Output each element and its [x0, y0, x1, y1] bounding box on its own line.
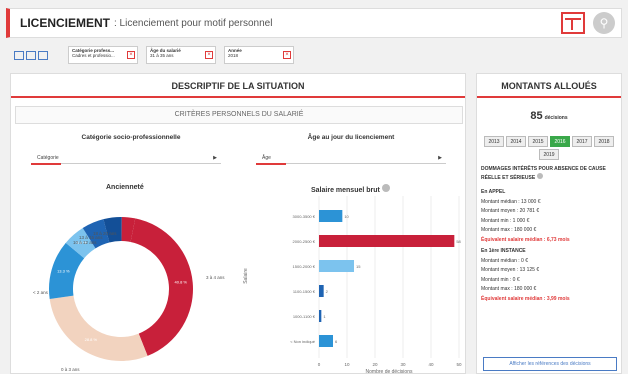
salaire-bar-chart: 0 10 20 30 40 50 3000-3500 € 10 2000-2500 € 58 150…: [243, 196, 462, 374]
salary-bar[interactable]: [319, 210, 343, 222]
page-subtitle: : Licenciement pour motif personnel: [114, 17, 273, 29]
y-tick-label: 2000-2500 €: [293, 239, 316, 244]
page-header: LICENCIEMENT : Licenciement pour motif p…: [6, 8, 622, 38]
view-icon[interactable]: [26, 50, 36, 60]
info-icon[interactable]: [381, 184, 390, 192]
donut-outer-label: < 2 ans: [33, 290, 49, 295]
x-tick-label: 10: [344, 362, 350, 367]
view-icon[interactable]: [38, 50, 48, 60]
appel-section: En APPEL Montant médian : 13 000 € Montan…: [481, 189, 570, 243]
situation-title: DESCRIPTIF DE LA SITUATION: [11, 74, 465, 98]
bar-value-label: 1: [323, 314, 326, 319]
y-tick-label: 3000-3500 €: [293, 214, 316, 219]
situation-panel: DESCRIPTIF DE LA SITUATION CRITÈRES PERS…: [10, 73, 466, 374]
slice-label: 28.8 %: [85, 337, 98, 342]
donut-outer-label: 3 à 4 ans: [206, 275, 225, 280]
bar-value-label: 6: [335, 339, 338, 344]
decisions-count: 85 décisions: [530, 110, 568, 122]
x-tick-label: 20: [372, 362, 378, 367]
montants-title: MONTANTS ALLOUÉS: [477, 74, 621, 98]
instance-section: En 1ère INSTANCE Montant médian : 0 € Mon…: [481, 248, 570, 302]
year-selector: 2013 2014 2015 2016 2017 2018 2019: [483, 136, 615, 160]
year-button[interactable]: 2014: [506, 136, 526, 147]
caret-icon: ▶: [213, 155, 217, 161]
remove-filter-icon[interactable]: ×: [127, 51, 135, 59]
montants-panel: MONTANTS ALLOUÉS 85 décisions 2013 2014 201…: [476, 73, 622, 374]
view-icon[interactable]: [14, 50, 24, 60]
year-button[interactable]: 2018: [594, 136, 614, 147]
category-select[interactable]: Catégorie ▶: [31, 152, 221, 165]
y-axis-label: Salaire: [243, 268, 249, 284]
caret-icon: ▶: [438, 155, 442, 161]
salary-bar[interactable]: [319, 335, 333, 347]
y-tick-label: 1000-1100 €: [293, 314, 316, 319]
user-icon[interactable]: ⚲: [593, 12, 615, 34]
bar-value-label: 2: [326, 289, 329, 294]
donut-slice[interactable]: [130, 218, 194, 356]
slice-label: 13.3 %: [57, 269, 70, 274]
donut-outer-label: 0 à 3 ans: [61, 367, 80, 372]
salary-bar[interactable]: [319, 260, 354, 272]
y-tick-label: < Non indiqué: [290, 339, 316, 344]
age-label: Âge au jour du licenciement: [307, 134, 395, 141]
x-tick-label: 30: [400, 362, 406, 367]
bar-value-label: 58: [456, 239, 461, 244]
y-tick-label: 1500-2000 €: [293, 264, 316, 269]
year-button[interactable]: 2019: [539, 149, 559, 160]
slice-label: 40.8 %: [175, 280, 188, 285]
salary-bar[interactable]: [319, 235, 455, 247]
bar-value-label: 10: [344, 214, 349, 219]
bar-value-label: 15: [356, 264, 361, 269]
info-icon[interactable]: [536, 173, 543, 179]
x-tick-label: 50: [456, 362, 462, 367]
age-select[interactable]: Âge ▶: [256, 152, 446, 165]
x-tick-label: 40: [428, 362, 434, 367]
x-tick-label: 0: [318, 362, 321, 367]
remove-filter-icon[interactable]: ×: [205, 51, 213, 59]
year-button[interactable]: 2017: [572, 136, 592, 147]
x-axis-label: Nombre de décisions: [366, 369, 413, 374]
filter-chip-category[interactable]: Catégorie profess... Cadres et professio.…: [68, 46, 138, 64]
donut-title: Ancienneté: [106, 184, 144, 191]
donut-slice[interactable]: [49, 295, 148, 361]
remove-filter-icon[interactable]: ×: [283, 51, 291, 59]
anciennete-donut: 40.8 %28.8 %13.3 %5.0 %3 à 4 ans0 à 3 an…: [33, 217, 225, 372]
filter-bar: Catégorie profess... Cadres et professio.…: [14, 44, 294, 66]
year-button[interactable]: 2015: [528, 136, 548, 147]
table-icon[interactable]: [561, 12, 585, 34]
salary-bar[interactable]: [319, 285, 324, 297]
filter-chip-year[interactable]: Année 2018 ×: [224, 46, 294, 64]
donut-outer-label: 18 à 20 ans: [93, 231, 117, 236]
page-title: LICENCIEMENT: [20, 16, 110, 30]
y-tick-label: 1100-1500 €: [293, 289, 316, 294]
category-label: Catégorie socio-professionnelle: [81, 134, 181, 141]
year-button[interactable]: 2013: [484, 136, 504, 147]
salary-bar[interactable]: [319, 310, 322, 322]
donut-outer-label: 10 à 12 ans: [73, 240, 97, 245]
show-references-button[interactable]: Afficher les références des décisions: [483, 357, 617, 371]
criteria-heading: CRITÈRES PERSONNELS DU SALARIÉ: [15, 106, 463, 124]
bar-title: Salaire mensuel brut: [311, 184, 390, 194]
year-button[interactable]: 2016: [550, 136, 570, 147]
damages-title: DOMMAGES INTÉRÊTS POUR ABSENCE DE CAUSE …: [481, 166, 606, 181]
filter-chip-age[interactable]: Âge du salarié 31 à 35 ans ×: [146, 46, 216, 64]
